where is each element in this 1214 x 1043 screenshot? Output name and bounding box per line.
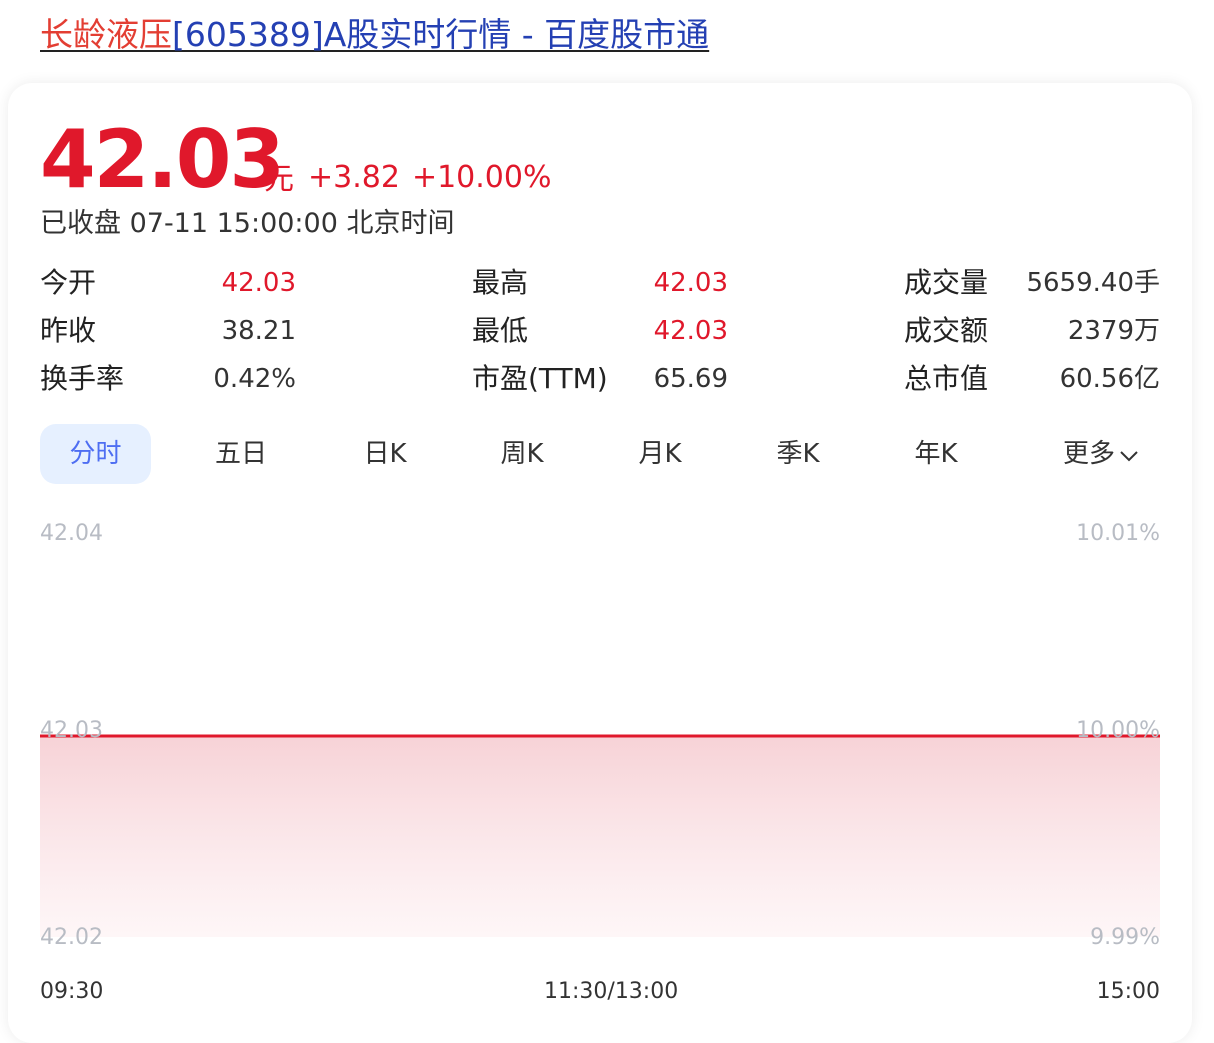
y-left-tick-top: 42.04	[40, 521, 103, 546]
x-tick-midday: 11:30/13:00	[544, 979, 679, 1004]
y-left-tick-bottom: 42.02	[40, 925, 103, 950]
y-right-tick-mid: 10.00%	[1076, 718, 1160, 743]
x-tick-close: 15:00	[1096, 979, 1160, 1004]
y-right-tick-top: 10.01%	[1076, 521, 1160, 546]
intraday-chart	[40, 734, 1160, 937]
price-area-fill	[40, 736, 1160, 937]
x-tick-open: 09:30	[40, 979, 104, 1004]
y-left-tick-mid: 42.03	[40, 718, 103, 743]
y-right-tick-bottom: 9.99%	[1090, 925, 1160, 950]
